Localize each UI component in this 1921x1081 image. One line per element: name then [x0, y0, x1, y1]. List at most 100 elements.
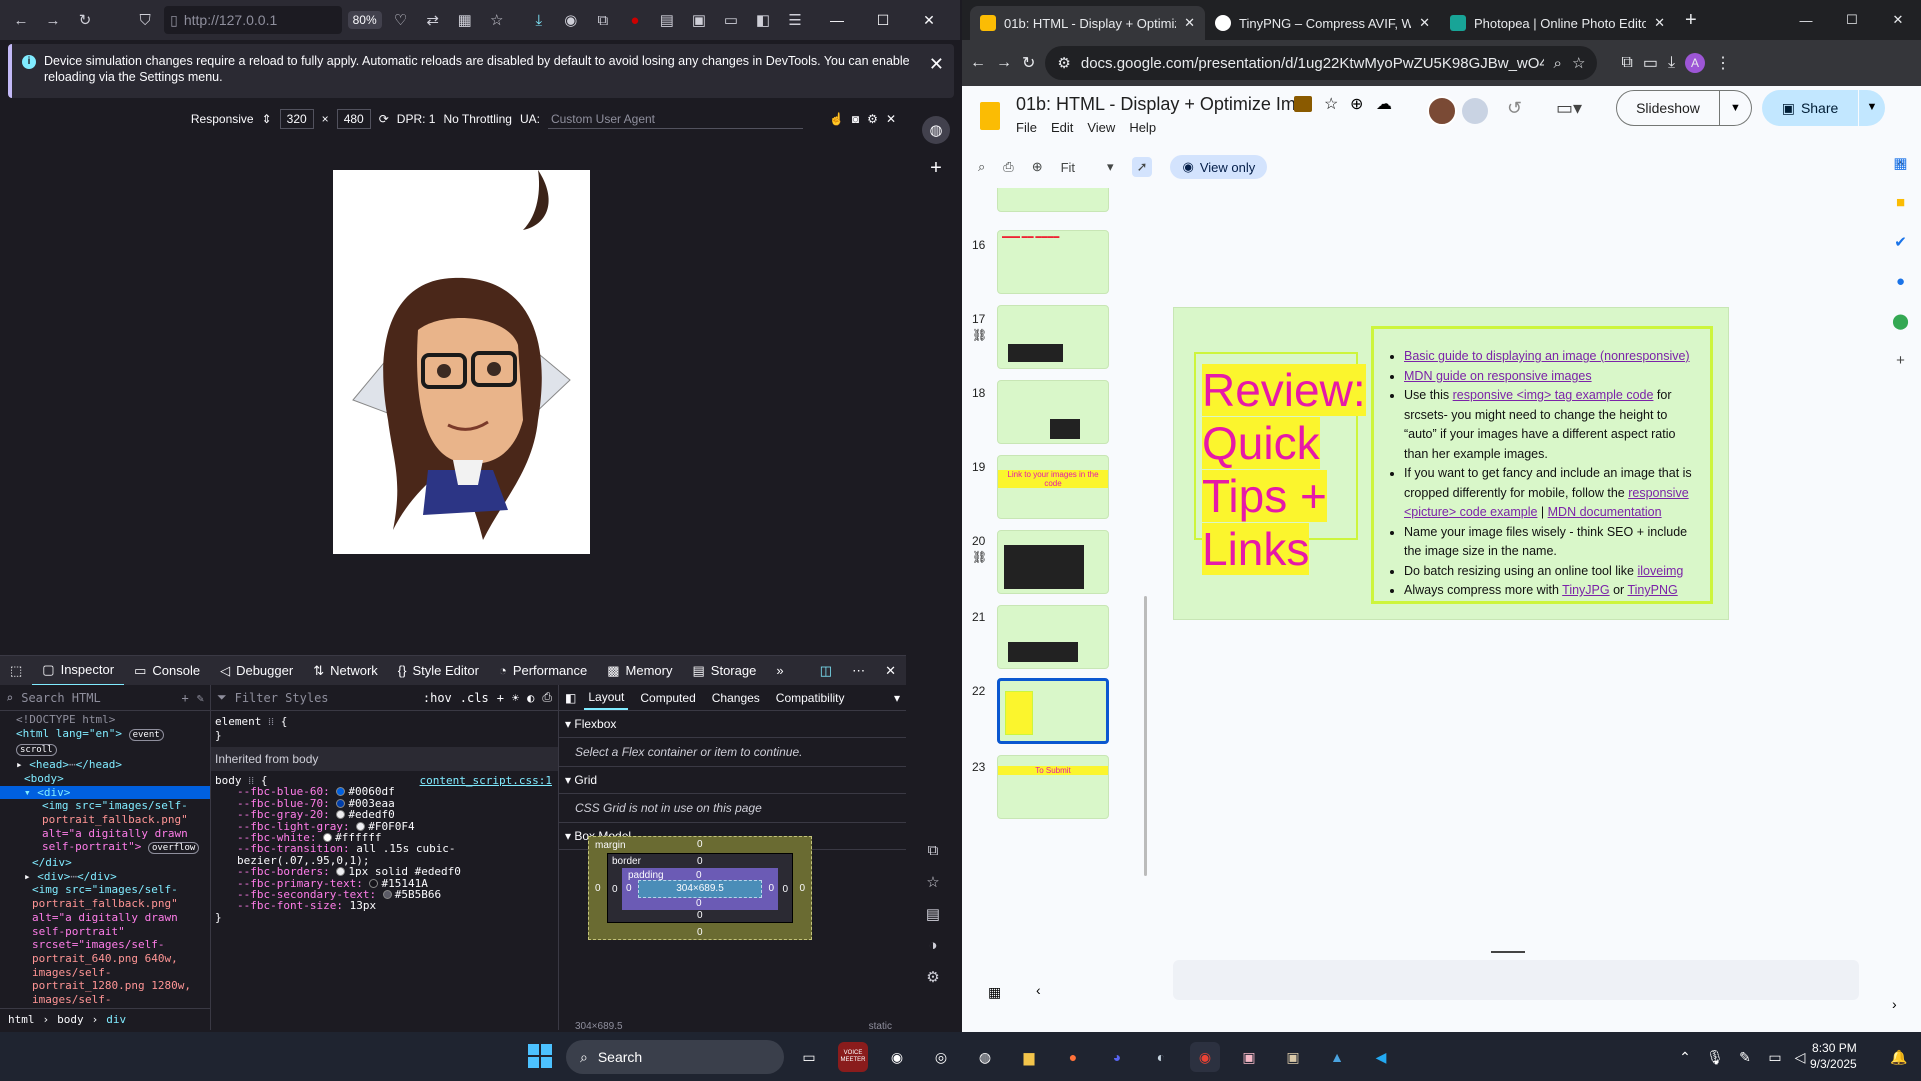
- content-box[interactable]: 304×689.5: [638, 880, 762, 898]
- padding-right-value[interactable]: 0: [768, 883, 774, 894]
- width-input[interactable]: 320: [279, 109, 314, 129]
- storage-icon[interactable]: ▤: [926, 905, 940, 923]
- close-tab-icon[interactable]: ✕: [1419, 15, 1430, 31]
- margin-bottom-value[interactable]: 0: [697, 927, 703, 938]
- link[interactable]: responsive <img> tag example code: [1453, 388, 1654, 402]
- url-bar[interactable]: ▯ http://127.0.0.1: [164, 6, 342, 34]
- img-node[interactable]: <img src="images/self-: [32, 883, 210, 897]
- zoom-level[interactable]: 80%: [347, 11, 382, 29]
- close-icon[interactable]: ✕: [906, 0, 952, 40]
- taskbar-search[interactable]: ⌕ Search: [566, 1040, 784, 1074]
- tab-memory[interactable]: ▩ Memory: [597, 656, 682, 686]
- account-icon[interactable]: ◉: [558, 6, 584, 34]
- close-icon[interactable]: ✕: [1875, 12, 1921, 40]
- dropdown-icon[interactable]: ▾: [894, 691, 900, 705]
- calendar-icon[interactable]: ▦: [1893, 154, 1907, 172]
- menu-edit[interactable]: Edit: [1051, 120, 1073, 135]
- reader-icon[interactable]: ▭: [718, 6, 744, 34]
- color-swatch[interactable]: [336, 798, 346, 808]
- voicemeeter-icon[interactable]: VOICE MEETER: [838, 1042, 868, 1072]
- link[interactable]: TinyJPG: [1562, 583, 1609, 597]
- slides-logo-icon[interactable]: [980, 102, 1000, 130]
- camera-icon[interactable]: ◙: [852, 112, 859, 126]
- zoom-select[interactable]: Fit: [1061, 160, 1075, 175]
- slide-thumbnail[interactable]: ▬▬▬ ▬▬ ▬▬▬▬: [997, 230, 1109, 294]
- slide-thumbnail[interactable]: [997, 305, 1109, 369]
- maximize-icon[interactable]: ☐: [1829, 12, 1875, 40]
- new-tab-icon[interactable]: +: [1675, 9, 1707, 40]
- tab-changes[interactable]: Changes: [708, 687, 764, 709]
- body-node[interactable]: <body>: [16, 772, 210, 786]
- close-rdm-icon[interactable]: ✕: [886, 112, 896, 126]
- cls-toggle[interactable]: .cls: [460, 691, 489, 705]
- tab-storage[interactable]: ▤ Storage: [682, 656, 766, 686]
- meet-icon[interactable]: ▭▾: [1556, 98, 1582, 119]
- slideshow-dropdown-icon[interactable]: ▼: [1720, 90, 1752, 126]
- color-swatch[interactable]: [336, 867, 346, 877]
- slide-thumbnail[interactable]: To Submit: [997, 755, 1109, 819]
- head-node[interactable]: ▸ <head>⋯</head>: [16, 758, 210, 772]
- tab-tinypng[interactable]: TinyPNG – Compress AVIF, WebP ✕: [1205, 6, 1440, 40]
- margin-top-value[interactable]: 0: [697, 839, 703, 850]
- document-title[interactable]: 01b: HTML - Display + Optimize Im...: [1016, 94, 1311, 115]
- tab-photopea[interactable]: Photopea | Online Photo Editor ✕: [1440, 6, 1675, 40]
- add-icon[interactable]: +: [922, 154, 950, 182]
- color-swatch[interactable]: [356, 821, 366, 831]
- border-left-value[interactable]: 0: [612, 884, 618, 895]
- grid-header[interactable]: ▾ Grid: [559, 767, 906, 794]
- slideshow-button[interactable]: Slideshow: [1616, 90, 1720, 126]
- omnibox[interactable]: ⚙ docs.google.com/presentation/d/1ug22Kt…: [1045, 46, 1598, 80]
- star-icon[interactable]: ☆: [1324, 94, 1338, 114]
- screenshot-icon[interactable]: ⧉: [928, 842, 939, 859]
- border-top-value[interactable]: 0: [697, 856, 703, 867]
- reload-icon[interactable]: ↻: [72, 6, 98, 34]
- device-select[interactable]: Responsive: [191, 112, 254, 126]
- settings-icon[interactable]: ⚙: [926, 968, 939, 986]
- user-agent-input[interactable]: Custom User Agent: [547, 110, 803, 129]
- menu-view[interactable]: View: [1087, 120, 1115, 135]
- maximize-icon[interactable]: ☐: [860, 0, 906, 40]
- tab-style-editor[interactable]: {} Style Editor: [388, 656, 489, 686]
- slide-thumbnail[interactable]: [997, 380, 1109, 444]
- collaborator-icon[interactable]: [1462, 98, 1488, 124]
- forward-icon[interactable]: →: [996, 54, 1012, 72]
- app-icon[interactable]: ▣: [1278, 1042, 1308, 1072]
- site-info-icon[interactable]: ⚙: [1057, 54, 1070, 72]
- extensions-icon[interactable]: ⧉: [1621, 54, 1632, 72]
- microphone-icon[interactable]: 🎙: [1700, 1042, 1730, 1072]
- close-tab-icon[interactable]: ✕: [1654, 15, 1665, 31]
- tab-computed[interactable]: Computed: [636, 687, 699, 709]
- task-view-icon[interactable]: ▭: [794, 1042, 824, 1072]
- css-variable[interactable]: --fbc-font-size: 13px: [237, 900, 554, 911]
- history-icon[interactable]: ↺: [1507, 98, 1522, 119]
- overflow-badge[interactable]: overflow: [147, 842, 200, 855]
- rule-source-link[interactable]: content_script.css:1: [420, 775, 552, 787]
- settings-icon[interactable]: ⚙: [867, 112, 878, 126]
- tab-network[interactable]: ⇅ Network: [303, 656, 388, 686]
- link[interactable]: MDN guide on responsive images: [1404, 369, 1592, 383]
- windows-start-icon[interactable]: [528, 1044, 552, 1068]
- sidebar-icon[interactable]: ◧: [750, 6, 776, 34]
- close-devtools-icon[interactable]: ✕: [875, 656, 906, 686]
- touch-icon[interactable]: ☝: [829, 112, 844, 126]
- search-icon[interactable]: ⌕: [978, 159, 985, 175]
- profile-avatar[interactable]: A: [1685, 53, 1706, 73]
- file-explorer-icon[interactable]: ▆: [1014, 1042, 1044, 1072]
- steam-icon[interactable]: ◐: [1146, 1042, 1176, 1072]
- eyedropper-icon[interactable]: ✎: [197, 691, 204, 705]
- tray-chevron-icon[interactable]: ⌃: [1670, 1042, 1700, 1072]
- reload-icon[interactable]: ↻: [1022, 53, 1035, 73]
- add-addon-icon[interactable]: +: [1896, 352, 1905, 369]
- add-node-icon[interactable]: +: [182, 691, 189, 705]
- link[interactable]: MDN documentation: [1548, 505, 1662, 519]
- maps-icon[interactable]: ⬤: [1892, 312, 1909, 330]
- minimize-icon[interactable]: —: [814, 0, 860, 40]
- search-html-input[interactable]: Search HTML: [21, 691, 173, 705]
- collapse-panel-icon[interactable]: ‹: [1036, 982, 1041, 998]
- menu-help[interactable]: Help: [1129, 120, 1156, 135]
- crumb-div[interactable]: div: [106, 1013, 126, 1026]
- color-swatch[interactable]: [336, 787, 346, 797]
- slide-thumbnail[interactable]: [997, 188, 1109, 212]
- tab-compatibility[interactable]: Compatibility: [772, 687, 849, 709]
- obs-icon[interactable]: ◉: [882, 1042, 912, 1072]
